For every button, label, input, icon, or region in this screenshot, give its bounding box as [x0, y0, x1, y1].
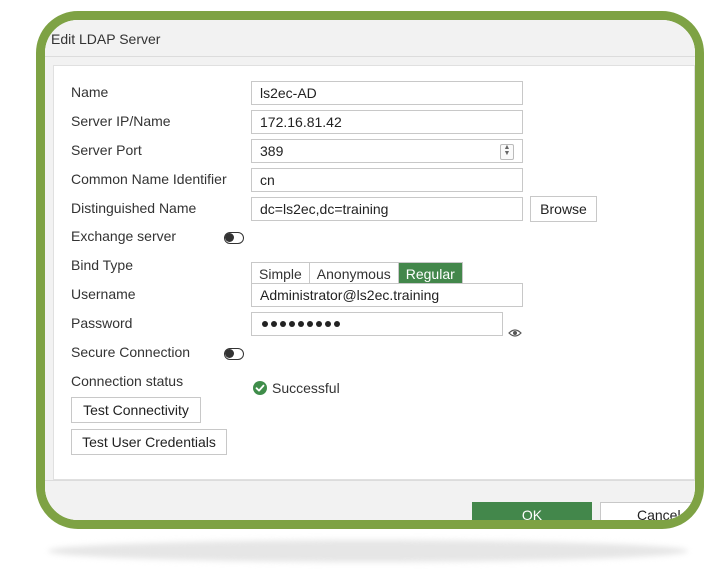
- toggle-knob: [225, 349, 234, 358]
- ldap-dialog: Edit LDAP Server Name ls2ec-AD Server IP…: [45, 20, 695, 520]
- password-dot: [325, 321, 331, 327]
- exchange-server-label: Exchange server: [71, 228, 177, 244]
- username-input[interactable]: Administrator@ls2ec.training: [251, 283, 523, 307]
- distinguished-name-label: Distinguished Name: [71, 200, 197, 216]
- secure-connection-toggle[interactable]: [224, 348, 244, 360]
- eye-icon[interactable]: [508, 328, 522, 338]
- name-input[interactable]: ls2ec-AD: [251, 81, 523, 105]
- password-dot: [280, 321, 286, 327]
- server-port-value: 389: [260, 143, 284, 159]
- bind-type-anonymous[interactable]: Anonymous: [309, 263, 399, 285]
- cn-identifier-input[interactable]: cn: [251, 168, 523, 192]
- username-label: Username: [71, 286, 136, 302]
- screenshot-frame: Edit LDAP Server Name ls2ec-AD Server IP…: [36, 11, 704, 529]
- password-dot: [307, 321, 313, 327]
- password-dot: [271, 321, 277, 327]
- password-dot: [334, 321, 340, 327]
- connection-status-label: Connection status: [71, 373, 184, 389]
- secure-connection-label: Secure Connection: [71, 344, 191, 360]
- server-port-input[interactable]: 389 ▲ ▼: [251, 139, 523, 163]
- dialog-titlebar: Edit LDAP Server: [45, 20, 695, 57]
- frame-shadow: [48, 540, 688, 562]
- bind-type-simple[interactable]: Simple: [252, 263, 310, 285]
- bind-type-label: Bind Type: [71, 257, 134, 273]
- server-ip-input[interactable]: 172.16.81.42: [251, 110, 523, 134]
- name-label: Name: [71, 84, 109, 100]
- dialog-footer: [45, 480, 695, 520]
- distinguished-name-input[interactable]: dc=ls2ec,dc=training: [251, 197, 523, 221]
- password-dot: [316, 321, 322, 327]
- connection-status-value: Successful: [272, 380, 340, 396]
- toggle-knob: [225, 233, 234, 242]
- server-port-label: Server Port: [71, 142, 142, 158]
- password-label: Password: [71, 315, 133, 331]
- ok-button[interactable]: OK: [472, 502, 592, 520]
- password-dot: [289, 321, 295, 327]
- test-user-credentials-button[interactable]: Test User Credentials: [71, 429, 227, 455]
- dialog-title: Edit LDAP Server: [51, 31, 161, 47]
- cn-identifier-label: Common Name Identifier: [71, 171, 227, 187]
- cancel-button[interactable]: Cancel: [600, 502, 695, 520]
- check-circle-icon: [253, 381, 267, 395]
- browse-button[interactable]: Browse: [530, 196, 597, 222]
- spinner-icon[interactable]: ▲ ▼: [500, 144, 514, 160]
- dialog-body: Name ls2ec-AD Server IP/Name 172.16.81.4…: [53, 65, 695, 480]
- password-mask: [262, 321, 340, 327]
- password-input[interactable]: [251, 312, 503, 336]
- password-dot: [262, 321, 268, 327]
- exchange-server-toggle[interactable]: [224, 232, 244, 244]
- test-connectivity-button[interactable]: Test Connectivity: [71, 397, 201, 423]
- bind-type-regular[interactable]: Regular: [398, 263, 462, 285]
- server-ip-label: Server IP/Name: [71, 113, 171, 129]
- password-dot: [298, 321, 304, 327]
